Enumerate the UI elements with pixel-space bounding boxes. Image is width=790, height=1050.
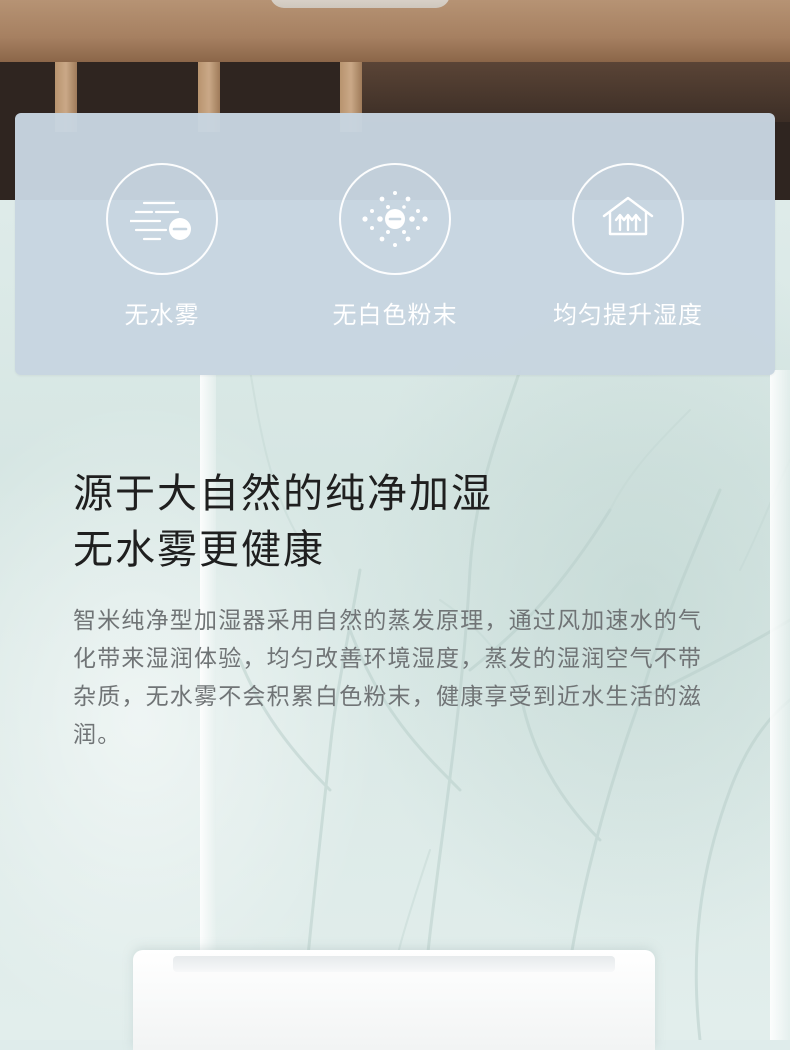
feature-no-white-powder: 无白色粉末 bbox=[278, 163, 512, 330]
feature-label: 均匀提升湿度 bbox=[553, 301, 703, 329]
feature-even-humidity: 均匀提升湿度 bbox=[511, 163, 745, 330]
headline-line-1: 源于大自然的纯净加湿 bbox=[73, 471, 493, 517]
humidifier-product bbox=[133, 950, 655, 1050]
shelf-top bbox=[0, 0, 790, 62]
even-humidity-icon bbox=[602, 196, 654, 236]
no-mist-icon bbox=[130, 201, 191, 241]
feature-circle bbox=[572, 163, 684, 275]
window-frame-right bbox=[770, 370, 790, 1040]
no-white-powder-icon bbox=[362, 191, 428, 247]
feature-label: 无白色粉末 bbox=[332, 301, 458, 329]
feature-label: 无水雾 bbox=[124, 301, 200, 329]
headline-line-2: 无水雾更健康 bbox=[73, 527, 325, 573]
feature-no-mist: 无水雾 bbox=[45, 163, 279, 330]
shelf-object bbox=[270, 0, 450, 8]
features-panel: 无水雾 无白色粉末 均匀提升湿度 bbox=[15, 113, 775, 375]
description-text: 智米纯净型加湿器采用自然的蒸发原理，通过风加速水的气化带来湿润体验，均匀改善环境… bbox=[73, 608, 703, 748]
page-headline: 源于大自然的纯净加湿 无水雾更健康 bbox=[73, 466, 493, 578]
feature-circle bbox=[339, 163, 451, 275]
humidifier-lid bbox=[173, 956, 615, 972]
feature-circle bbox=[106, 163, 218, 275]
